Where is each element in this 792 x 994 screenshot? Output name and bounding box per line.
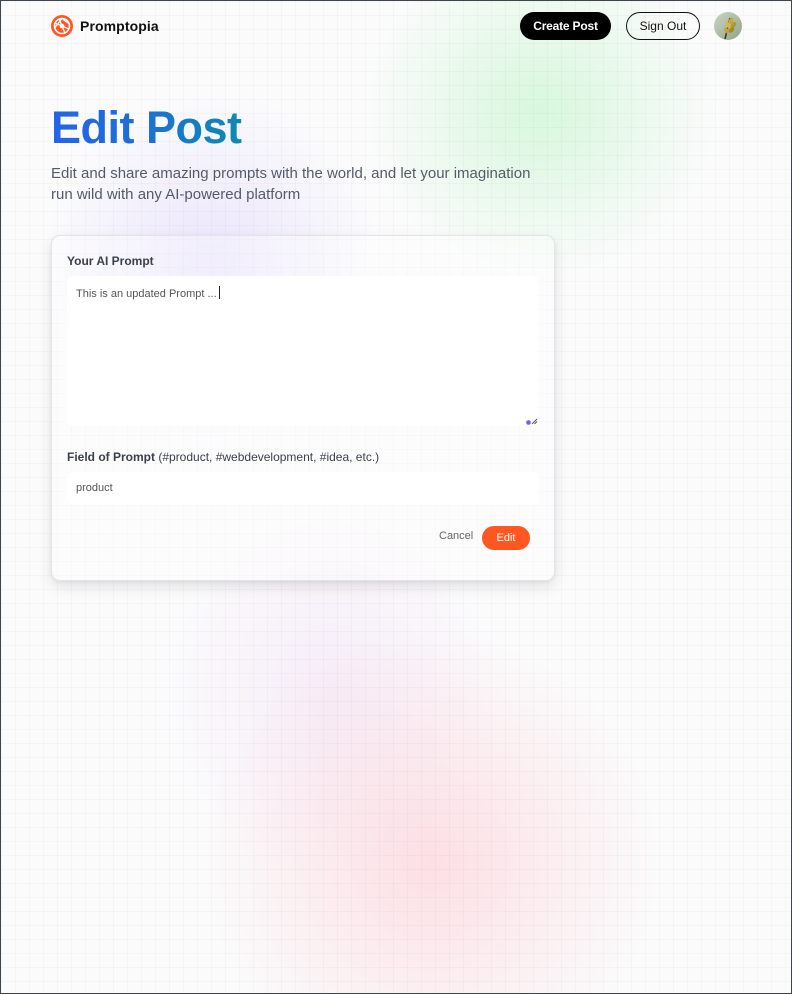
app-window: Promptopia Create Post Sign Out Edit Pos… xyxy=(0,0,792,994)
edit-submit-button[interactable]: Edit xyxy=(482,526,530,550)
prompt-text: This is an updated Prompt ... xyxy=(76,288,217,300)
page-title: Edit Post xyxy=(51,99,242,157)
prompt-textarea[interactable]: This is an updated Prompt ... xyxy=(67,276,539,426)
logo-link[interactable]: Promptopia xyxy=(50,14,159,38)
tag-label: Field of Prompt (#product, #webdevelopme… xyxy=(67,450,379,464)
page-description: Edit and share amazing prompts with the … xyxy=(51,165,531,203)
profile-avatar[interactable] xyxy=(714,12,742,40)
edit-post-form: Your AI Prompt This is an updated Prompt… xyxy=(51,235,555,581)
cancel-button[interactable]: Cancel xyxy=(439,530,473,542)
create-post-button[interactable]: Create Post xyxy=(520,12,611,40)
globe-logo-icon xyxy=(50,14,74,38)
text-caret xyxy=(218,286,220,299)
resize-handle-icon[interactable] xyxy=(526,415,538,425)
logo-text: Promptopia xyxy=(80,18,159,34)
tag-input[interactable]: product xyxy=(67,472,539,505)
tag-label-hint: (#product, #webdevelopment, #idea, etc.) xyxy=(158,450,380,464)
prompt-label: Your AI Prompt xyxy=(67,254,154,268)
sign-out-button[interactable]: Sign Out xyxy=(626,12,700,40)
tag-label-text: Field of Prompt xyxy=(67,450,155,464)
